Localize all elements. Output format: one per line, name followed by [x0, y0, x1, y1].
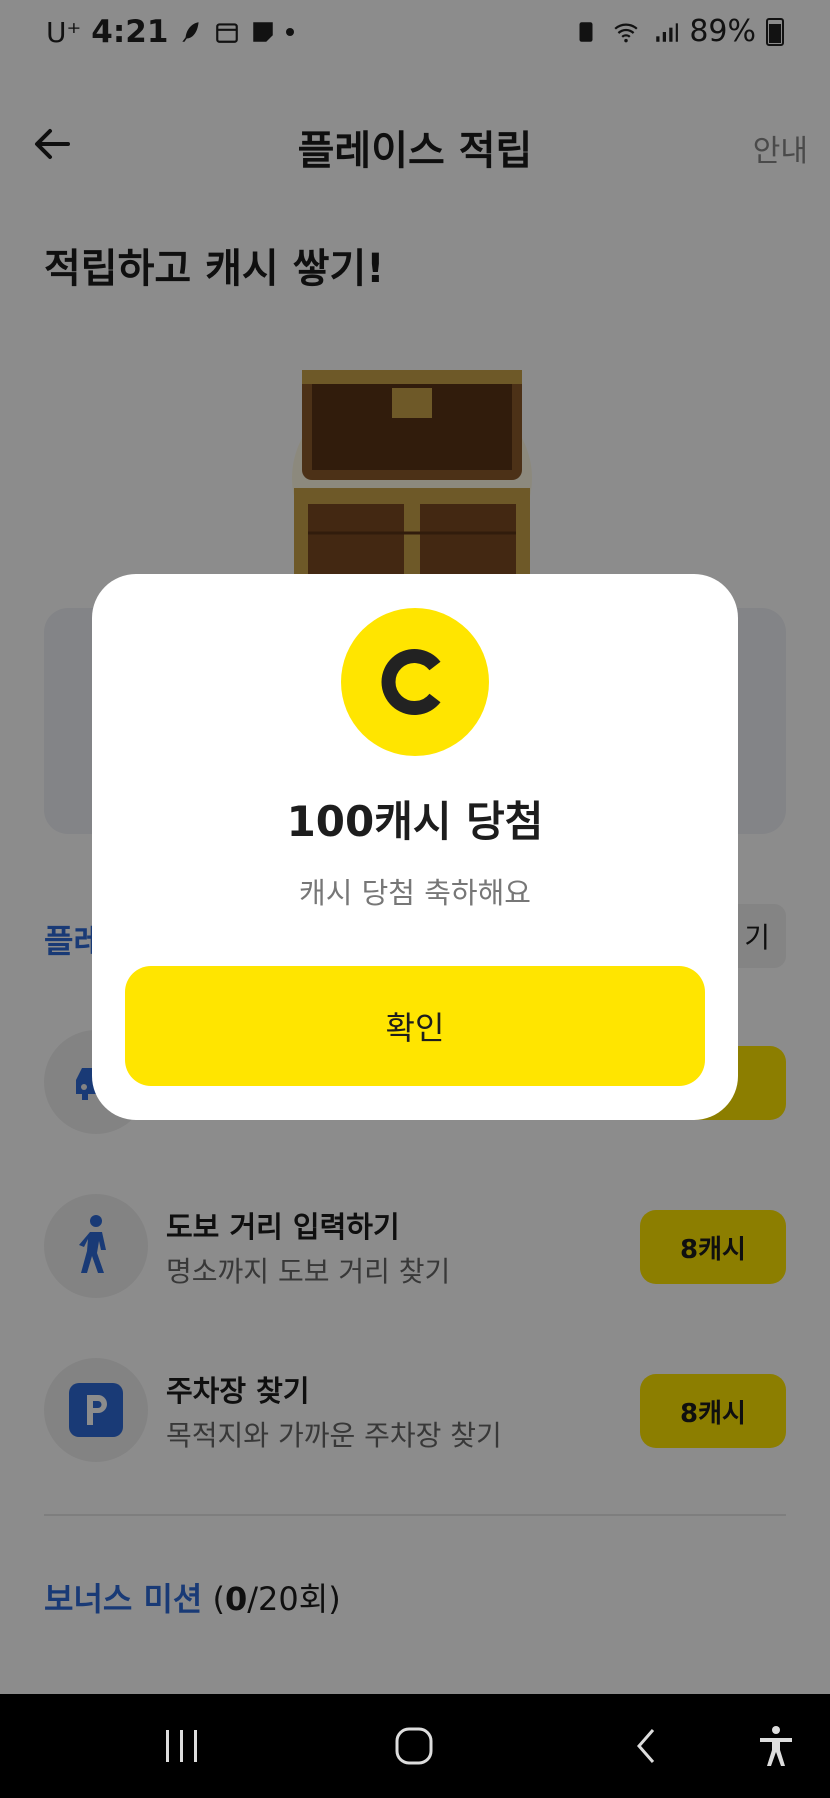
confirm-button[interactable]: 확인 — [125, 966, 705, 1086]
coin-c-icon — [381, 649, 441, 715]
modal-subtitle: 캐시 당첨 축하해요 — [299, 876, 531, 910]
back-chevron-icon — [637, 1729, 655, 1763]
accessibility-button[interactable] — [746, 1716, 806, 1776]
cash-coin-icon — [341, 608, 489, 756]
system-nav-bar — [0, 1694, 830, 1798]
recent-apps-icon — [166, 1730, 197, 1762]
reward-modal: 100캐시 당첨 캐시 당첨 축하해요 확인 — [92, 574, 738, 1120]
home-icon — [395, 1727, 433, 1765]
home-button[interactable] — [384, 1716, 444, 1776]
recent-apps-button[interactable] — [152, 1716, 212, 1776]
modal-title: 100캐시 당첨 — [286, 797, 544, 846]
back-button[interactable] — [616, 1716, 676, 1776]
accessibility-icon — [760, 1726, 792, 1766]
